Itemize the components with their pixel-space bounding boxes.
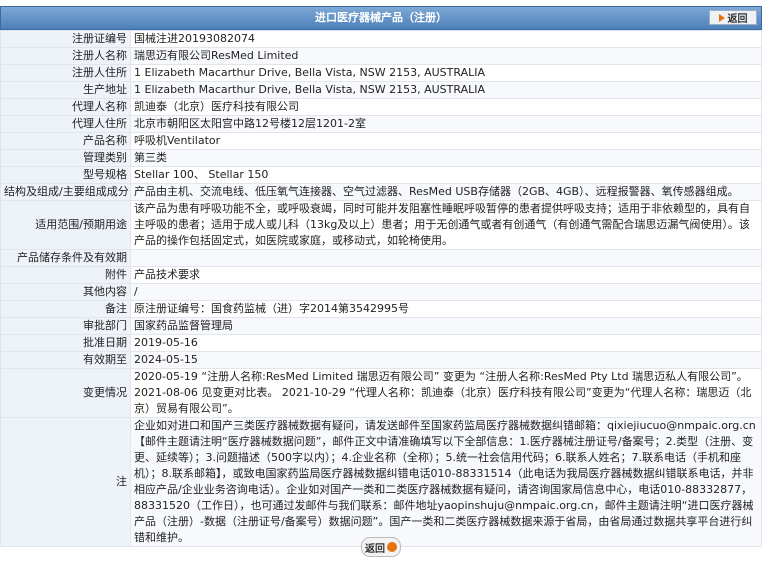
field-value: 北京市朝阳区太阳宫中路12号楼12层1201-2室 [130,115,762,133]
field-value: 2019-05-16 [130,334,762,352]
field-label: 注 [0,417,131,547]
back-button-bottom[interactable]: 返回 [361,537,401,557]
field-value: 产品技术要求 [130,266,762,284]
field-value: 该产品为患有呼吸功能不全，或呼吸衰竭，同时可能并发阻塞性睡眠呼吸暂停的患者提供呼… [130,200,762,250]
detail-row: 管理类别 第三类 [0,149,762,167]
field-value: 1 Elizabeth Macarthur Drive, Bella Vista… [130,81,762,99]
field-label: 适用范围/预期用途 [0,200,131,250]
field-value: 原注册证编号：国食药监械（进）字2014第3542995号 [130,300,762,318]
field-value: 2024-05-15 [130,351,762,369]
detail-row: 型号规格 Stellar 100、 Stellar 150 [0,166,762,184]
detail-row: 代理人名称 凯迪泰（北京）医疗科技有限公司 [0,98,762,116]
field-label: 代理人名称 [0,98,131,116]
detail-row: 适用范围/预期用途 该产品为患有呼吸功能不全，或呼吸衰竭，同时可能并发阻塞性睡眠呼… [0,200,762,250]
field-label: 注册证编号 [0,30,131,48]
detail-row: 变更情况 2020-05-19 “注册人名称:ResMed Limited 瑞思迈… [0,368,762,418]
field-label: 注册人住所 [0,64,131,82]
field-value: 凯迪泰（北京）医疗科技有限公司 [130,98,762,116]
detail-row: 产品储存条件及有效期 [0,249,762,267]
field-value: 国械注进20193082074 [130,30,762,48]
field-label: 代理人住所 [0,115,131,133]
detail-row: 注册人住所 1 Elizabeth Macarthur Drive, Bella … [0,64,762,82]
field-value: 瑞思迈有限公司ResMed Limited [130,47,762,65]
field-label: 型号规格 [0,166,131,184]
detail-row: 代理人住所 北京市朝阳区太阳宫中路12号楼12层1201-2室 [0,115,762,133]
page: 进口医疗器械产品（注册） 返回 注册证编号 国械注进20193082074 注册人名… [0,6,762,561]
field-label: 其他内容 [0,283,131,301]
title-bar: 进口医疗器械产品（注册） 返回 [0,6,762,30]
detail-row: 备注 原注册证编号：国食药监械（进）字2014第3542995号 [0,300,762,318]
field-label: 生产地址 [0,81,131,99]
detail-row: 其他内容 / [0,283,762,301]
field-label: 管理类别 [0,149,131,167]
detail-table: 注册证编号 国械注进20193082074 注册人名称 瑞思迈有限公司ResMed L… [0,30,762,547]
field-label: 附件 [0,266,131,284]
field-label: 注册人名称 [0,47,131,65]
field-value: 企业如对进口和国产三类医疗器械数据有疑问，请发送邮件至国家药监局医疗器械数据纠错… [130,417,762,547]
field-label: 有效期至 [0,351,131,369]
field-label: 批准日期 [0,334,131,352]
detail-row: 附件 产品技术要求 [0,266,762,284]
arrow-right-icon [718,13,725,22]
field-label: 审批部门 [0,317,131,335]
arrow-icon [387,542,397,552]
detail-row: 生产地址 1 Elizabeth Macarthur Drive, Bella V… [0,81,762,99]
field-value: 呼吸机Ventilator [130,132,762,150]
detail-row: 审批部门 国家药品监督管理局 [0,317,762,335]
detail-row: 结构及组成/主要组成成分 产品由主机、交流电线、低压氧气连接器、空气过滤器、Res… [0,183,762,201]
footer: 返回 [0,537,762,557]
detail-row: 注册证编号 国械注进20193082074 [0,30,762,48]
field-label: 备注 [0,300,131,318]
back-button-top[interactable]: 返回 [709,10,757,25]
detail-row: 有效期至 2024-05-15 [0,351,762,369]
page-title: 进口医疗器械产品（注册） [315,11,447,24]
field-label: 结构及组成/主要组成成分 [0,183,131,201]
back-button-label: 返回 [727,14,748,25]
field-value: 第三类 [130,149,762,167]
field-value: 国家药品监督管理局 [130,317,762,335]
field-value: / [130,283,762,301]
field-value: 2020-05-19 “注册人名称:ResMed Limited 瑞思迈有限公司… [130,368,762,418]
field-label: 变更情况 [0,368,131,418]
field-value: 1 Elizabeth Macarthur Drive, Bella Vista… [130,64,762,82]
field-value [130,249,762,267]
detail-row: 注企业如对进口和国产三类医疗器械数据有疑问，请发送邮件至国家药监局医疗器械数据纠… [0,417,762,547]
detail-row: 批准日期 2019-05-16 [0,334,762,352]
field-value: 产品由主机、交流电线、低压氧气连接器、空气过滤器、ResMed USB存储器（2… [130,183,762,201]
detail-row: 产品名称 呼吸机Ventilator [0,132,762,150]
field-label: 产品名称 [0,132,131,150]
field-label: 产品储存条件及有效期 [0,249,131,267]
detail-row: 注册人名称 瑞思迈有限公司ResMed Limited [0,47,762,65]
back-button-label: 返回 [365,543,385,555]
field-value: Stellar 100、 Stellar 150 [130,166,762,184]
